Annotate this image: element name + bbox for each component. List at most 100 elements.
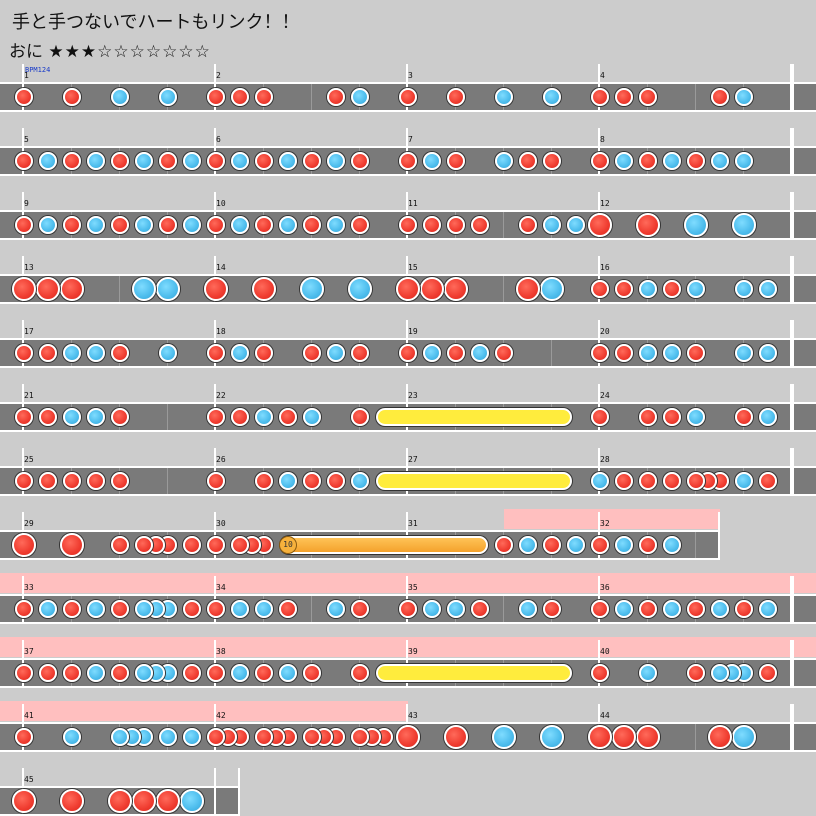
ka-note: [303, 408, 321, 426]
ka-note: [63, 344, 81, 362]
ka-note: [39, 600, 57, 618]
don-big-note: [60, 789, 84, 813]
ka-big-note: [540, 725, 564, 749]
don-note: [543, 600, 561, 618]
ka-note: [759, 280, 777, 298]
ka-note: [735, 152, 753, 170]
don-note: [351, 600, 369, 618]
ka-note: [567, 536, 585, 554]
ka-big-note: [156, 277, 180, 301]
don-note: [63, 664, 81, 682]
don-note: [231, 536, 249, 554]
don-note: [639, 152, 657, 170]
ka-note: [639, 344, 657, 362]
don-note: [591, 88, 609, 106]
don-note: [351, 216, 369, 234]
don-note: [183, 600, 201, 618]
don-note: [615, 344, 633, 362]
measure-number: 31: [408, 519, 418, 528]
ka-note: [135, 152, 153, 170]
ka-note: [495, 88, 513, 106]
ka-note: [87, 600, 105, 618]
don-note: [495, 344, 513, 362]
don-note: [207, 88, 225, 106]
measure-number: 6: [216, 135, 221, 144]
don-big-note: [636, 725, 660, 749]
don-note: [543, 152, 561, 170]
measure-number: 12: [600, 199, 610, 208]
ka-note: [327, 216, 345, 234]
row-end-line: [718, 512, 720, 560]
measure-number: 8: [600, 135, 605, 144]
don-big-note: [60, 277, 84, 301]
don-note: [351, 408, 369, 426]
ka-note: [159, 344, 177, 362]
measure-number: 14: [216, 263, 226, 272]
ka-note: [135, 600, 153, 618]
don-note: [111, 664, 129, 682]
don-note: [279, 600, 297, 618]
measure-number: 1: [24, 71, 29, 80]
don-note: [327, 472, 345, 490]
ka-big-note: [300, 277, 324, 301]
ka-note: [639, 664, 657, 682]
row-end-line: [792, 448, 794, 496]
ka-note: [423, 600, 441, 618]
beat-line: [311, 596, 312, 622]
don-note: [255, 216, 273, 234]
ka-note: [711, 664, 729, 682]
ka-big-note: [492, 725, 516, 749]
row-end-line: [792, 576, 794, 624]
measure-number: 2: [216, 71, 221, 80]
measure-number: 35: [408, 583, 418, 592]
don-note: [15, 216, 33, 234]
ka-note: [231, 216, 249, 234]
measure-number: 29: [24, 519, 34, 528]
measure-number: 37: [24, 647, 34, 656]
don-note: [207, 216, 225, 234]
don-big-note: [108, 789, 132, 813]
measure-number: 25: [24, 455, 34, 464]
don-note: [111, 152, 129, 170]
measure-number: 17: [24, 327, 34, 336]
ka-note: [615, 536, 633, 554]
don-big-note: [36, 277, 60, 301]
ka-note: [183, 216, 201, 234]
ka-note: [735, 344, 753, 362]
balloon-note: 10: [279, 536, 297, 554]
don-big-note: [132, 789, 156, 813]
don-note: [207, 344, 225, 362]
measure-number: 10: [216, 199, 226, 208]
ka-note: [759, 408, 777, 426]
don-note: [39, 664, 57, 682]
don-note: [63, 472, 81, 490]
don-note: [111, 216, 129, 234]
ka-note: [231, 664, 249, 682]
ka-note: [663, 536, 681, 554]
don-note: [63, 600, 81, 618]
don-note: [711, 88, 729, 106]
don-note: [759, 472, 777, 490]
don-note: [591, 280, 609, 298]
don-note: [303, 664, 321, 682]
ka-note: [327, 600, 345, 618]
ka-note: [543, 216, 561, 234]
measure-number: 4: [600, 71, 605, 80]
don-note: [447, 216, 465, 234]
don-note: [591, 536, 609, 554]
don-note: [15, 600, 33, 618]
don-note: [255, 152, 273, 170]
don-note: [183, 664, 201, 682]
don-big-note: [12, 533, 36, 557]
ka-note: [639, 280, 657, 298]
don-note: [63, 152, 81, 170]
don-note: [207, 152, 225, 170]
ka-note: [111, 728, 129, 746]
don-note: [255, 664, 273, 682]
ka-note: [87, 216, 105, 234]
don-note: [399, 88, 417, 106]
measure-number: 26: [216, 455, 226, 464]
row-end-line: [792, 256, 794, 304]
don-big-note: [156, 789, 180, 813]
don-note: [495, 536, 513, 554]
